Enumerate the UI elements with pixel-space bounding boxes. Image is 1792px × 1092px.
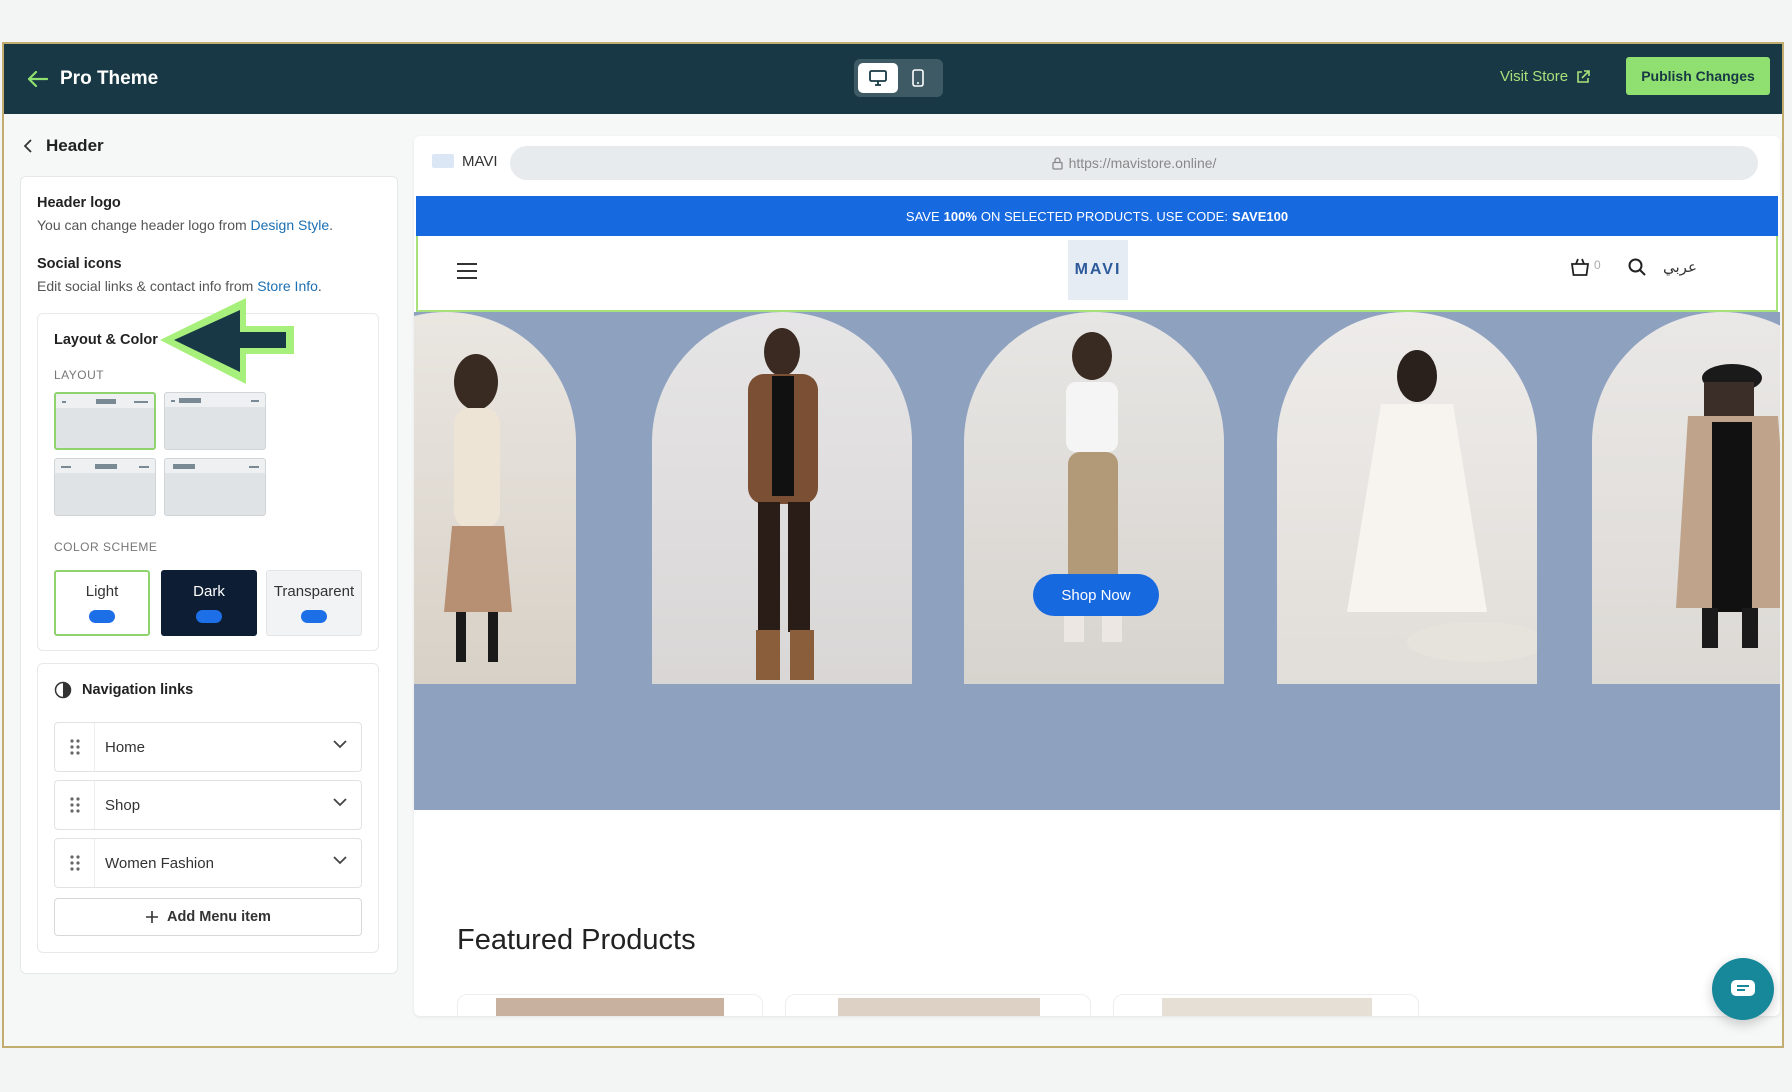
hamburger-menu-icon[interactable]: [456, 262, 478, 280]
add-menu-item-button[interactable]: Add Menu item: [54, 898, 362, 936]
editor-window: Pro Theme Visit Store Publish Changes He…: [2, 42, 1784, 1048]
nav-item-home[interactable]: Home: [54, 722, 362, 772]
url-bar[interactable]: https://mavistore.online/: [510, 146, 1758, 180]
mobile-icon: [912, 69, 924, 87]
scheme-light[interactable]: Light: [54, 570, 150, 636]
hero-image-5: [1592, 312, 1780, 684]
layout-option-3[interactable]: [54, 458, 156, 516]
hero-image-2: [652, 312, 912, 684]
nav-item-shop[interactable]: Shop: [54, 780, 362, 830]
layout-label: LAYOUT: [54, 368, 105, 382]
chevron-left-icon: [24, 139, 32, 153]
promo-code: SAVE100: [1231, 208, 1289, 224]
theme-title: Pro Theme: [60, 68, 159, 89]
scheme-dark-swatch: [196, 610, 222, 623]
shop-now-button[interactable]: Shop Now: [1033, 574, 1159, 616]
pointer-arrow-annotation: [160, 298, 294, 384]
promo-text: ON SELECTED PRODUCTS. USE CODE:: [980, 208, 1228, 224]
layout-color-title: Layout & Color: [54, 332, 158, 348]
back-to-themes[interactable]: Pro Theme: [28, 68, 158, 90]
product-card[interactable]: [1113, 994, 1419, 1016]
navigation-title: Navigation links: [82, 682, 194, 698]
plus-icon: [146, 911, 159, 923]
device-toggle: [854, 59, 943, 97]
nav-item-women-fashion[interactable]: Women Fashion: [54, 838, 362, 888]
site-name: MAVI: [462, 153, 498, 170]
chevron-down-icon[interactable]: [333, 798, 347, 807]
header-logo-desc: You can change header logo from Design S…: [37, 217, 334, 233]
arrow-left-icon: [28, 71, 48, 87]
settings-sidebar: Header Header logo You can change header…: [4, 114, 404, 1046]
chevron-down-icon[interactable]: [333, 740, 347, 749]
drag-handle-icon[interactable]: [55, 723, 95, 771]
scheme-transparent[interactable]: Transparent: [266, 570, 362, 636]
site-logo[interactable]: MAVI: [1068, 240, 1128, 300]
nav-item-label: Home: [105, 738, 146, 756]
add-menu-item-label: Add Menu item: [167, 909, 271, 925]
drag-handle-icon[interactable]: [55, 839, 95, 887]
section-title: Header: [46, 136, 104, 155]
scheme-transparent-label: Transparent: [273, 583, 355, 600]
hero-image-4: [1277, 312, 1537, 684]
site-favicon: [432, 154, 454, 168]
chat-widget-button[interactable]: [1712, 958, 1774, 1020]
header-logo-title: Header logo: [37, 195, 121, 211]
search-icon[interactable]: [1628, 258, 1646, 276]
url-text: https://mavistore.online/: [1068, 155, 1217, 171]
featured-products-title: Featured Products: [457, 924, 696, 956]
editor-topbar: Pro Theme Visit Store Publish Changes: [4, 44, 1782, 114]
product-card[interactable]: [785, 994, 1091, 1016]
scheme-transparent-swatch: [301, 610, 327, 623]
scheme-light-label: Light: [85, 583, 119, 600]
shopping-bag-icon[interactable]: [1570, 258, 1590, 276]
external-link-icon: [1577, 69, 1590, 83]
mobile-view-button[interactable]: [898, 63, 938, 93]
lock-icon: [1051, 156, 1063, 170]
design-style-link[interactable]: Design Style: [251, 217, 330, 233]
social-icons-desc: Edit social links & contact info from St…: [37, 278, 322, 294]
contrast-icon: [54, 681, 72, 699]
hero-banner: Shop Now: [414, 312, 1780, 810]
store-preview: MAVI https://mavistore.online/ SAVE 100%…: [414, 136, 1780, 1016]
product-card[interactable]: [457, 994, 763, 1016]
layout-color-panel: Layout & Color LAYOUT COLOR SCHEME Light…: [37, 298, 379, 651]
promo-bar: SAVE 100% ON SELECTED PRODUCTS. USE CODE…: [416, 196, 1778, 236]
hero-image-3: [964, 312, 1224, 684]
desktop-view-button[interactable]: [858, 63, 898, 93]
layout-option-1[interactable]: [54, 392, 156, 450]
scheme-light-swatch: [89, 610, 115, 623]
language-switch[interactable]: عربي: [1663, 258, 1697, 276]
color-scheme-label: COLOR SCHEME: [54, 540, 158, 554]
drag-handle-icon[interactable]: [55, 781, 95, 829]
chat-icon: [1731, 980, 1755, 996]
nav-item-label: Women Fashion: [105, 854, 214, 872]
scheme-dark[interactable]: Dark: [161, 570, 257, 636]
header-settings-card: Header logo You can change header logo f…: [20, 176, 398, 974]
visit-store-link[interactable]: Visit Store: [1500, 68, 1590, 85]
back-to-sections[interactable]: Header: [24, 136, 104, 156]
store-info-link[interactable]: Store Info: [257, 278, 318, 294]
chevron-down-icon[interactable]: [333, 856, 347, 865]
social-icons-title: Social icons: [37, 256, 122, 272]
layout-option-4[interactable]: [164, 458, 266, 516]
visit-store-label: Visit Store: [1500, 68, 1569, 85]
desktop-icon: [869, 70, 887, 86]
promo-text-prefix: SAVE: [905, 208, 940, 224]
publish-changes-button[interactable]: Publish Changes: [1626, 57, 1770, 95]
cart-count: 0: [1594, 258, 1601, 272]
nav-item-label: Shop: [105, 796, 141, 814]
browser-bar: MAVI https://mavistore.online/: [414, 136, 1780, 188]
promo-discount: 100%: [943, 208, 977, 224]
scheme-dark-label: Dark: [193, 583, 225, 600]
navigation-panel: Navigation links Home Shop Women Fashion: [37, 663, 379, 953]
site-header-preview[interactable]: MAVI 0 عربي: [416, 236, 1778, 312]
hero-image-1: [414, 312, 576, 684]
layout-option-2[interactable]: [164, 392, 266, 450]
